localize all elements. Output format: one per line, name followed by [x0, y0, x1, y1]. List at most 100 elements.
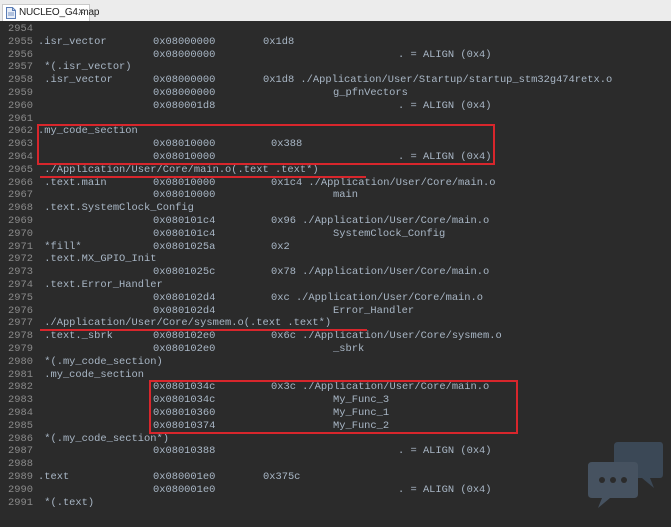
line-number: 2979 — [8, 343, 33, 355]
line-number: 2991 — [8, 496, 33, 509]
line-number: 2957 — [8, 61, 33, 74]
code-text: 0x080102d4 — [153, 304, 216, 317]
code-line: 2987 0x08010388 . = ALIGN (0x4) — [0, 445, 671, 457]
line-number: 2955 — [8, 35, 33, 48]
code-text: 0x78 ./Application/User/Core/main.o — [271, 266, 490, 279]
code-text: main — [333, 189, 358, 202]
code-line: 2989 .text 0x080001e0 0x375c — [0, 471, 671, 483]
line-number: 2972 — [8, 253, 33, 266]
code-line: 2975 0x080102d4 0xc ./Application/User/Cor… — [0, 292, 671, 304]
code-text: *(.text) — [38, 496, 95, 509]
line-number: 2962 — [8, 125, 33, 138]
line-number: 2963 — [8, 138, 33, 151]
line-number: 2959 — [8, 87, 33, 99]
code-text: 0x08000000 — [153, 35, 216, 48]
code-line: 2976 0x080102d4 Error_Handler — [0, 305, 671, 317]
line-number: 2966 — [8, 176, 33, 189]
line-number: 2978 — [8, 330, 33, 343]
code-line: 2972 .text.MX_GPIO_Init — [0, 253, 671, 265]
code-text: .isr_vector — [38, 74, 113, 87]
code-line: 2980 *(.my_code_section) — [0, 356, 671, 368]
line-number: 2985 — [8, 419, 33, 432]
code-text: .text — [38, 471, 70, 483]
tab-close-icon[interactable]: × — [78, 6, 84, 18]
code-text: 0x2 — [271, 240, 290, 253]
line-number: 2954 — [8, 23, 33, 35]
code-line: 2958 .isr_vector 0x08000000 0x1d8 ./Applic… — [0, 74, 671, 86]
code-line: 2966 .text.main 0x08010000 0x1c4 ./Applica… — [0, 177, 671, 189]
code-text: .isr_vector — [38, 35, 107, 48]
code-text: . = ALIGN (0x4) — [398, 483, 492, 496]
code-text: ./Application/User/Core/sysmem.o(.text .… — [38, 317, 332, 330]
line-number: 2987 — [8, 445, 33, 458]
highlight-my-code-section-functions — [149, 380, 518, 434]
code-line: 2965 ./Application/User/Core/main.o(.tex… — [0, 164, 671, 176]
code-line: 2977 ./Application/User/Core/sysmem.o(.t… — [0, 317, 671, 329]
code-text: 0x080101c4 — [153, 215, 216, 227]
code-line: 2957 *(.isr_vector) — [0, 61, 671, 73]
code-text: 0x080102d4 — [153, 291, 216, 304]
line-number: 2971 — [8, 240, 33, 253]
line-number: 2975 — [8, 291, 33, 304]
line-number: 2989 — [8, 471, 33, 483]
code-line: 2971 *fill* 0x0801025a 0x2 — [0, 241, 671, 253]
code-text: 0x0801025a — [153, 240, 216, 253]
code-text: 0x08010388 — [153, 445, 216, 458]
code-text: _sbrk — [333, 343, 365, 355]
line-number: 2981 — [8, 368, 33, 381]
watermark-logo — [588, 442, 663, 508]
code-line: 2954 — [0, 23, 671, 35]
tab-label: NUCLEO_G4.map — [19, 7, 100, 18]
code-text: 0x96 ./Application/User/Core/main.o — [271, 215, 490, 227]
line-number: 2977 — [8, 317, 33, 330]
line-number: 2967 — [8, 189, 33, 202]
code-editor[interactable]: 2954 2955 .isr_vector 0x08000000 0x1d8 2956 0x… — [0, 21, 671, 527]
line-number: 2964 — [8, 151, 33, 163]
code-text: *(.isr_vector) — [38, 61, 132, 74]
code-text: 0xc ./Application/User/Core/main.o — [271, 291, 484, 304]
line-number: 2973 — [8, 266, 33, 279]
code-text: . = ALIGN (0x4) — [398, 48, 492, 61]
line-number: 2961 — [8, 112, 33, 125]
code-text: 0x6c ./Application/User/Core/sysmem.o — [271, 330, 502, 343]
code-line: 2968 .text.SystemClock_Config — [0, 202, 671, 214]
line-number: 2980 — [8, 355, 33, 368]
line-number: 2974 — [8, 279, 33, 291]
code-text: ./Application/User/Core/main.o(.text .te… — [38, 163, 319, 176]
tab-nucleo-g4-map[interactable]: NUCLEO_G4.map × — [2, 4, 99, 21]
code-text: 0x080001d8 — [153, 99, 216, 112]
code-text: SystemClock_Config — [333, 227, 446, 240]
code-line: 2956 0x08000000 . = ALIGN (0x4) — [0, 49, 671, 61]
underline-main-o-text — [40, 175, 366, 178]
code-text: 0x080102e0 — [153, 343, 216, 355]
code-text: .text.main — [38, 176, 107, 189]
line-number: 2976 — [8, 304, 33, 317]
code-text: *fill* — [38, 240, 82, 253]
code-line: 2981 .my_code_section — [0, 369, 671, 381]
code-text: 0x1d8 ./Application/User/Startup/startup… — [263, 74, 613, 87]
code-line: 2969 0x080101c4 0x96 ./Application/User/Co… — [0, 215, 671, 227]
line-number: 2984 — [8, 407, 33, 419]
code-line: 2990 0x080001e0 . = ALIGN (0x4) — [0, 484, 671, 496]
code-text: .text.Error_Handler — [38, 279, 163, 291]
code-text: Error_Handler — [333, 304, 415, 317]
code-text: *(.my_code_section) — [38, 355, 163, 368]
code-line: 2978 .text._sbrk 0x080102e0 0x6c ./Applica… — [0, 330, 671, 342]
code-line: 2979 0x080102e0 _sbrk — [0, 343, 671, 355]
code-text: 0x080001e0 — [153, 483, 216, 496]
code-text: 0x0801025c — [153, 266, 216, 279]
code-line: 2973 0x0801025c 0x78 ./Application/User/Co… — [0, 266, 671, 278]
code-text: 0x080101c4 — [153, 227, 216, 240]
line-number: 2983 — [8, 394, 33, 407]
line-number: 2965 — [8, 163, 33, 176]
code-text: *(.my_code_section*) — [38, 432, 169, 445]
code-line: 2967 0x08010000 main — [0, 189, 671, 201]
line-number: 2956 — [8, 48, 33, 61]
code-text: .text.MX_GPIO_Init — [38, 253, 157, 266]
code-text: g_pfnVectors — [333, 87, 408, 99]
code-line: 2955 .isr_vector 0x08000000 0x1d8 — [0, 36, 671, 48]
code-line: 2959 0x08000000 g_pfnVectors — [0, 87, 671, 99]
code-text: 0x1c4 ./Application/User/Core/main.o — [271, 176, 496, 189]
code-text: 0x1d8 — [263, 35, 295, 48]
line-number: 2969 — [8, 215, 33, 227]
